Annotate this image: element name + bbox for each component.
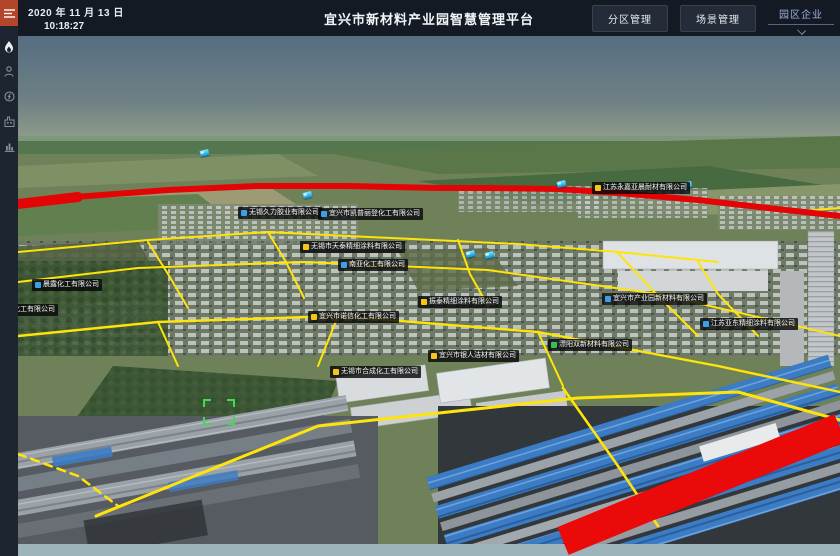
company-marker-icon <box>333 369 339 375</box>
company-marker-icon <box>241 210 247 216</box>
company-marker-icon <box>605 296 611 302</box>
company-marker-icon <box>341 262 347 268</box>
company-label[interactable]: 江苏亚东精细涂料有限公司 <box>700 318 798 330</box>
company-label-text: 宜兴市凯普丽登化工有限公司 <box>329 208 420 220</box>
chevron-down-icon <box>797 26 806 35</box>
flame-icon <box>4 41 14 53</box>
company-marker-icon <box>431 353 437 359</box>
company-label-text: 宜兴市诺信化工有限公司 <box>319 311 396 323</box>
company-label[interactable]: 宜兴市凯普丽登化工有限公司 <box>318 208 423 220</box>
menu-button[interactable] <box>0 0 18 26</box>
company-label[interactable]: 江苏永嘉亚晨耐材有限公司 <box>592 182 690 194</box>
scene-management-button[interactable]: 场景管理 <box>680 5 756 32</box>
company-marker-icon <box>321 211 327 217</box>
company-marker-icon <box>421 299 427 305</box>
sidebar-item-enterprise[interactable] <box>0 109 18 134</box>
company-label[interactable]: 无锡市天泰精细涂料有限公司 <box>300 241 405 253</box>
company-label-text: 阳光化工有限公司 <box>18 304 55 316</box>
sidebar <box>0 0 18 556</box>
company-marker-icon <box>703 321 709 327</box>
company-label[interactable]: 无锡市合成化工有限公司 <box>330 366 421 378</box>
company-marker-icon <box>303 244 309 250</box>
company-label-text: 晨露化工有限公司 <box>43 279 99 291</box>
company-label[interactable]: 宜兴市产业园新材料有限公司 <box>602 293 707 305</box>
power-icon <box>4 91 15 102</box>
selection-marker <box>203 399 235 425</box>
park-enterprise-dropdown[interactable]: 园区企业 <box>768 5 834 34</box>
company-label-text: 无锡市合成化工有限公司 <box>341 366 418 378</box>
factory-icon <box>4 116 15 127</box>
company-label[interactable]: 宜兴市诺信化工有限公司 <box>308 311 399 323</box>
company-label-text: 南亚化工有限公司 <box>349 259 405 271</box>
menu-icon <box>4 9 15 18</box>
person-icon <box>4 66 14 77</box>
company-label-text: 江苏永嘉亚晨耐材有限公司 <box>603 182 687 194</box>
company-label-text: 振泰精细涂料有限公司 <box>429 296 499 308</box>
sidebar-item-personnel[interactable] <box>0 59 18 84</box>
company-label[interactable]: 宜兴市银人洁材有限公司 <box>428 350 519 362</box>
company-label-text: 无锡久力胶业有限公司 <box>249 207 319 219</box>
app-window: 2020 年 11 月 13 日 10:18:27 宜兴市新材料产业园智慧管理平… <box>0 0 840 556</box>
company-label-text: 江苏亚东精细涂料有限公司 <box>711 318 795 330</box>
company-marker-icon <box>35 282 41 288</box>
company-label[interactable]: 晨露化工有限公司 <box>32 279 102 291</box>
company-label-text: 宜兴市产业园新材料有限公司 <box>613 293 704 305</box>
company-label[interactable]: 无锡久力胶业有限公司 <box>238 207 322 219</box>
company-label[interactable]: 振泰精细涂料有限公司 <box>418 296 502 308</box>
dropdown-selected-label: 园区企业 <box>768 6 834 21</box>
bar-chart-icon <box>4 141 15 152</box>
company-marker-icon <box>551 342 557 348</box>
company-label[interactable]: 阳光化工有限公司 <box>18 304 58 316</box>
company-label-text: 宜兴市银人洁材有限公司 <box>439 350 516 362</box>
company-label-text: 无锡市天泰精细涂料有限公司 <box>311 241 402 253</box>
map-viewport[interactable]: 江苏永嘉亚晨耐材有限公司无锡久力胶业有限公司宜兴市凯普丽登化工有限公司无锡市天泰… <box>18 36 840 556</box>
dropdown-underline <box>768 24 834 25</box>
sidebar-item-alarm[interactable] <box>0 34 18 59</box>
sidebar-item-energy[interactable] <box>0 84 18 109</box>
company-marker-icon <box>311 314 317 320</box>
header-actions: 分区管理 场景管理 园区企业 <box>592 5 834 34</box>
company-label[interactable]: 南亚化工有限公司 <box>338 259 408 271</box>
zone-management-button[interactable]: 分区管理 <box>592 5 668 32</box>
company-label-text: 漂阳双新材料有限公司 <box>559 339 629 351</box>
company-marker-icon <box>595 185 601 191</box>
sidebar-item-statistics[interactable] <box>0 134 18 159</box>
company-label[interactable]: 漂阳双新材料有限公司 <box>548 339 632 351</box>
header: 2020 年 11 月 13 日 10:18:27 宜兴市新材料产业园智慧管理平… <box>18 0 840 36</box>
